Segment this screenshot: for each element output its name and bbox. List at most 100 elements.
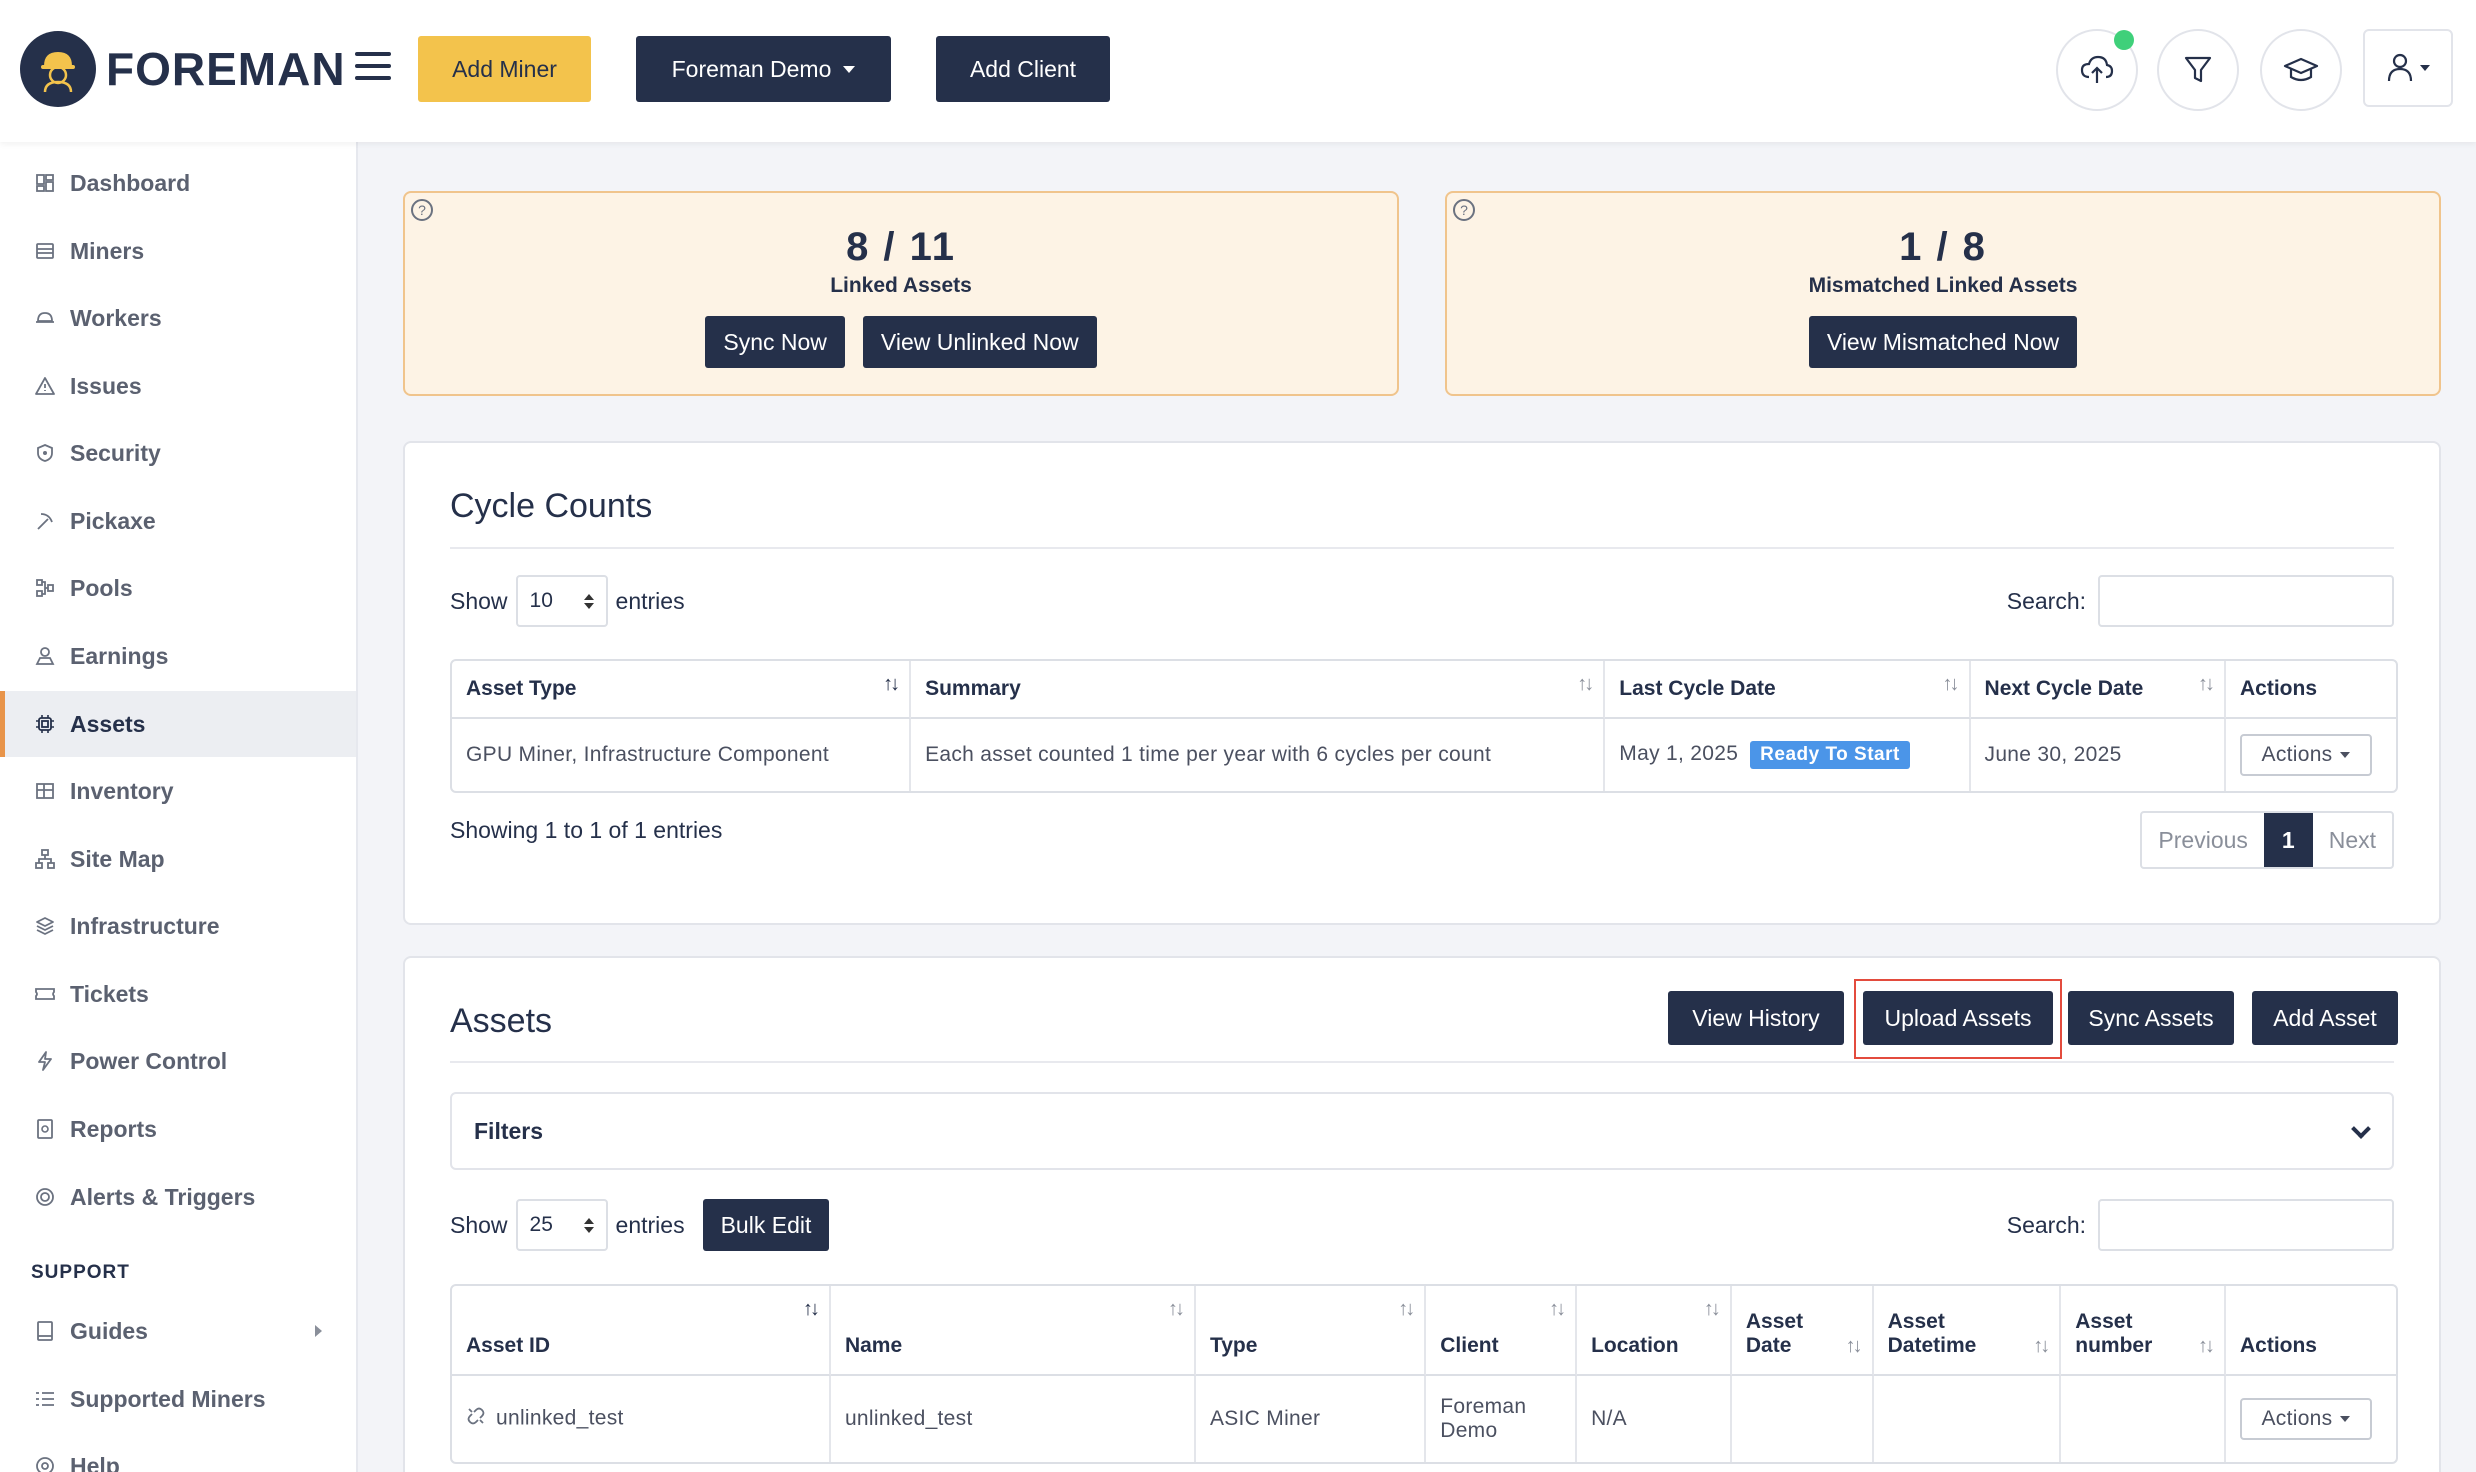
pools-icon (34, 577, 56, 599)
filters-panel-toggle[interactable]: Filters (450, 1092, 2394, 1170)
column-header-asset-date[interactable]: Asset Date ↑↓ (1731, 1286, 1874, 1376)
linked-assets-label: Linked Assets (830, 274, 972, 297)
unlinked-icon (466, 1406, 486, 1432)
column-header-asset-datetime[interactable]: Asset Datetime ↑↓ (1873, 1286, 2062, 1376)
entries-select[interactable]: 25 (515, 1199, 608, 1251)
miners-icon (34, 240, 56, 262)
sort-icon: ↑↓ (1167, 1298, 1185, 1320)
status-dot (2114, 30, 2134, 50)
cell-asset-date (1732, 1376, 1874, 1462)
sidebar-item-site-map[interactable]: Site Map (0, 826, 356, 892)
sync-now-button[interactable]: Sync Now (705, 316, 845, 368)
column-header-asset-number[interactable]: Asset number ↑↓ (2061, 1286, 2226, 1376)
bulk-edit-button[interactable]: Bulk Edit (702, 1199, 830, 1251)
sidebar-item-alerts-triggers[interactable]: Alerts & Triggers (0, 1164, 356, 1230)
sort-icon: ↑↓ (1942, 673, 1960, 695)
assets-icon (34, 713, 56, 735)
sidebar-item-infrastructure[interactable]: Infrastructure (0, 893, 356, 959)
sidebar-item-supported-miners[interactable]: Supported Miners (0, 1366, 356, 1432)
user-menu-button[interactable] (2363, 29, 2453, 107)
sidebar-item-dashboard[interactable]: Dashboard (0, 150, 356, 216)
sidebar-item-workers[interactable]: Workers (0, 285, 356, 351)
search-input[interactable] (2098, 575, 2394, 627)
learning-button[interactable] (2260, 29, 2342, 111)
column-header-asset-id[interactable]: Asset ID ↑↓ (452, 1286, 831, 1376)
sidebar-item-label: Workers (70, 304, 162, 331)
pagination: Previous 1 Next (2140, 811, 2394, 869)
row-actions-button[interactable]: Actions (2240, 734, 2372, 776)
sidebar-item-assets[interactable]: Assets (0, 691, 356, 757)
column-header-name[interactable]: Name ↑↓ (830, 1286, 1196, 1376)
column-header-location[interactable]: Location ↑↓ (1577, 1286, 1732, 1376)
help-tooltip-icon[interactable]: ? (411, 199, 433, 221)
assets-table: Asset ID ↑↓ Name ↑↓ Type ↑↓ Client ↑↓ Locati… (450, 1284, 2398, 1464)
menu-toggle-icon[interactable] (355, 52, 391, 80)
column-header-actions: Actions (2226, 661, 2396, 719)
sidebar-item-help[interactable]: Help (0, 1433, 356, 1472)
sidebar-item-label: Alerts & Triggers (70, 1183, 256, 1210)
pagination-next[interactable]: Next (2313, 813, 2392, 867)
status-badge: Ready To Start (1750, 741, 1910, 769)
entries-control: Show 25 entries Bulk Edit (450, 1199, 830, 1251)
upload-assets-button[interactable]: Upload Assets (1863, 991, 2053, 1045)
row-actions-button[interactable]: Actions (2239, 1398, 2372, 1440)
entries-label: entries (615, 587, 685, 614)
asset-id-value[interactable]: unlinked_test (496, 1407, 624, 1430)
search-input[interactable] (2098, 1199, 2394, 1251)
graduation-cap-icon (2283, 57, 2319, 82)
sidebar-item-power-control[interactable]: Power Control (0, 1028, 356, 1094)
sidebar-item-issues[interactable]: Issues (0, 353, 356, 419)
cell-name: unlinked_test (831, 1376, 1196, 1462)
select-arrows-icon (583, 1217, 594, 1233)
search-control: Search: (2007, 1199, 2394, 1251)
column-header-summary[interactable]: Summary ↑↓ (911, 661, 1606, 719)
column-header-asset-type[interactable]: Asset Type ↑↓ (452, 661, 912, 719)
add-client-button[interactable]: Add Client (936, 36, 1110, 102)
foreman-logo-icon[interactable] (20, 31, 96, 107)
column-header-type[interactable]: Type ↑↓ (1195, 1286, 1427, 1376)
sidebar-item-label: Miners (70, 237, 145, 264)
sort-icon: ↑↓ (2197, 1335, 2215, 1357)
sidebar-item-reports[interactable]: Reports (0, 1096, 356, 1162)
entries-select[interactable]: 10 (515, 575, 608, 627)
help-tooltip-icon[interactable]: ? (1453, 199, 1475, 221)
column-header-actions: Actions (2225, 1286, 2396, 1376)
brand-name[interactable]: FOREMAN (106, 42, 346, 96)
sidebar-item-guides[interactable]: Guides (0, 1298, 356, 1364)
cell-asset-id: unlinked_test (452, 1376, 831, 1462)
filter-button[interactable] (2157, 29, 2239, 111)
sort-icon: ↑↓ (1549, 1298, 1566, 1320)
list-icon (34, 1388, 56, 1410)
sync-assets-button[interactable]: Sync Assets (2068, 991, 2234, 1045)
pagination-page-1[interactable]: 1 (2263, 813, 2313, 867)
pickaxe-icon (34, 510, 56, 532)
sidebar-item-label: Power Control (70, 1047, 228, 1074)
sort-icon: ↑↓ (2033, 1335, 2050, 1357)
sidebar-item-label: Supported Miners (70, 1385, 266, 1412)
cell-type: ASIC Miner (1196, 1376, 1427, 1462)
show-label: Show (450, 587, 508, 614)
sidebar-item-inventory[interactable]: Inventory (0, 758, 356, 824)
sidebar-item-pools[interactable]: Pools (0, 555, 356, 621)
cell-summary: Each asset counted 1 time per year with … (911, 719, 1606, 791)
sort-icon: ↑↓ (802, 1298, 820, 1320)
column-header-next-cycle-date[interactable]: Next Cycle Date ↑↓ (1970, 661, 2226, 719)
view-mismatched-button[interactable]: View Mismatched Now (1808, 316, 2078, 368)
add-asset-button[interactable]: Add Asset (2252, 991, 2398, 1045)
sidebar-item-tickets[interactable]: Tickets (0, 961, 356, 1027)
column-header-client[interactable]: Client ↑↓ (1426, 1286, 1578, 1376)
view-history-button[interactable]: View History (1668, 991, 1844, 1045)
pagination-previous[interactable]: Previous (2142, 813, 2263, 867)
chevron-down-icon (843, 65, 856, 73)
sidebar-item-earnings[interactable]: Earnings (0, 623, 356, 689)
cycle-counts-table: Asset Type ↑↓ Summary ↑↓ Last Cycle Date ↑↓… (450, 659, 2398, 793)
org-select-button[interactable]: Foreman Demo (636, 36, 891, 102)
column-header-last-cycle-date[interactable]: Last Cycle Date ↑↓ (1605, 661, 1971, 719)
add-miner-button[interactable]: Add Miner (418, 36, 591, 102)
sidebar-item-pickaxe[interactable]: Pickaxe (0, 488, 356, 554)
view-unlinked-button[interactable]: View Unlinked Now (862, 316, 1097, 368)
sidebar-item-miners[interactable]: Miners (0, 218, 356, 284)
sidebar-item-security[interactable]: Security (0, 420, 356, 486)
table-row: unlinked_test unlinked_test ASIC Miner F… (452, 1376, 2396, 1462)
cell-next-cycle: June 30, 2025 (1971, 719, 2226, 791)
